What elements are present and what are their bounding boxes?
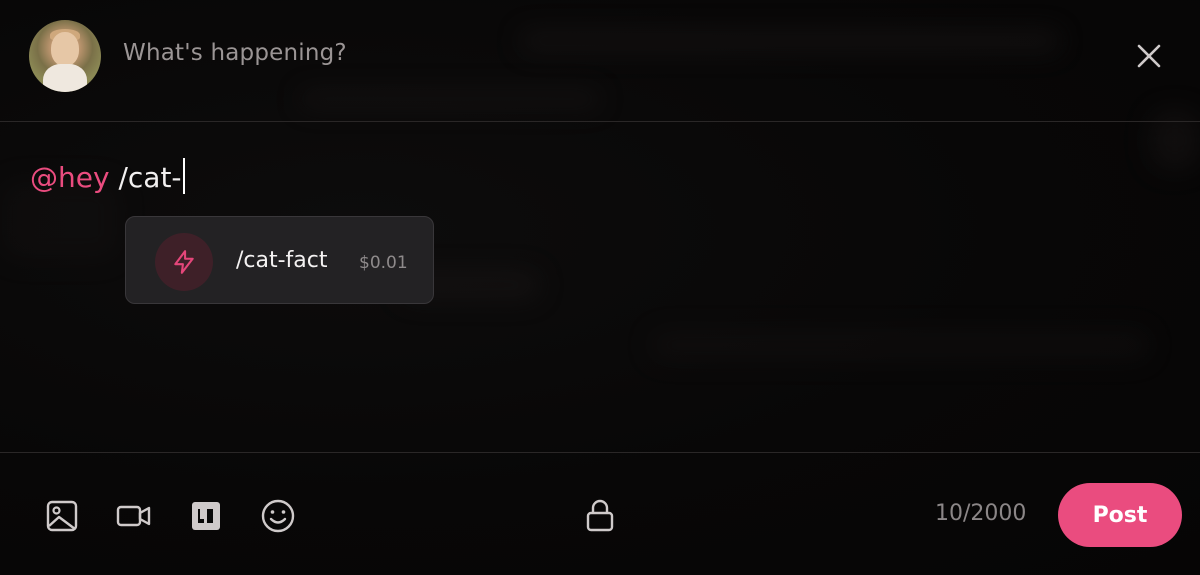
compose-modal: What's happening? @hey /cat- /cat-fact $… (0, 0, 1200, 575)
lock-icon (586, 499, 614, 532)
add-gif-button[interactable] (187, 497, 225, 535)
mention-text: @hey (30, 161, 110, 194)
lightning-icon (174, 250, 194, 274)
footer-divider (0, 452, 1200, 453)
suggestion-command: /cat-fact (236, 248, 328, 273)
character-counter: 10/2000 (935, 501, 1027, 526)
compose-editor[interactable]: @hey /cat- (30, 158, 185, 198)
command-suggestion[interactable]: /cat-fact $0.01 (125, 216, 434, 304)
compose-header: What's happening? (0, 0, 1200, 122)
add-video-button[interactable] (115, 497, 153, 535)
background-blur (650, 330, 1150, 360)
video-icon (116, 505, 151, 527)
add-emoji-button[interactable] (259, 497, 297, 535)
emoji-icon (261, 499, 295, 533)
avatar-face (51, 32, 79, 66)
suggestion-price: $0.01 (359, 253, 408, 273)
add-image-button[interactable] (43, 497, 81, 535)
compose-placeholder: What's happening? (123, 40, 347, 66)
image-icon (46, 500, 78, 532)
close-button[interactable] (1129, 36, 1169, 76)
avatar-body (43, 64, 87, 92)
text-caret (182, 158, 185, 194)
gif-icon (192, 502, 220, 530)
post-button[interactable]: Post (1058, 483, 1182, 547)
command-text: /cat- (118, 161, 182, 194)
privacy-lock-button[interactable] (581, 496, 619, 534)
suggestion-icon-wrap (155, 233, 213, 291)
avatar[interactable] (29, 20, 101, 92)
close-icon (1137, 44, 1161, 68)
